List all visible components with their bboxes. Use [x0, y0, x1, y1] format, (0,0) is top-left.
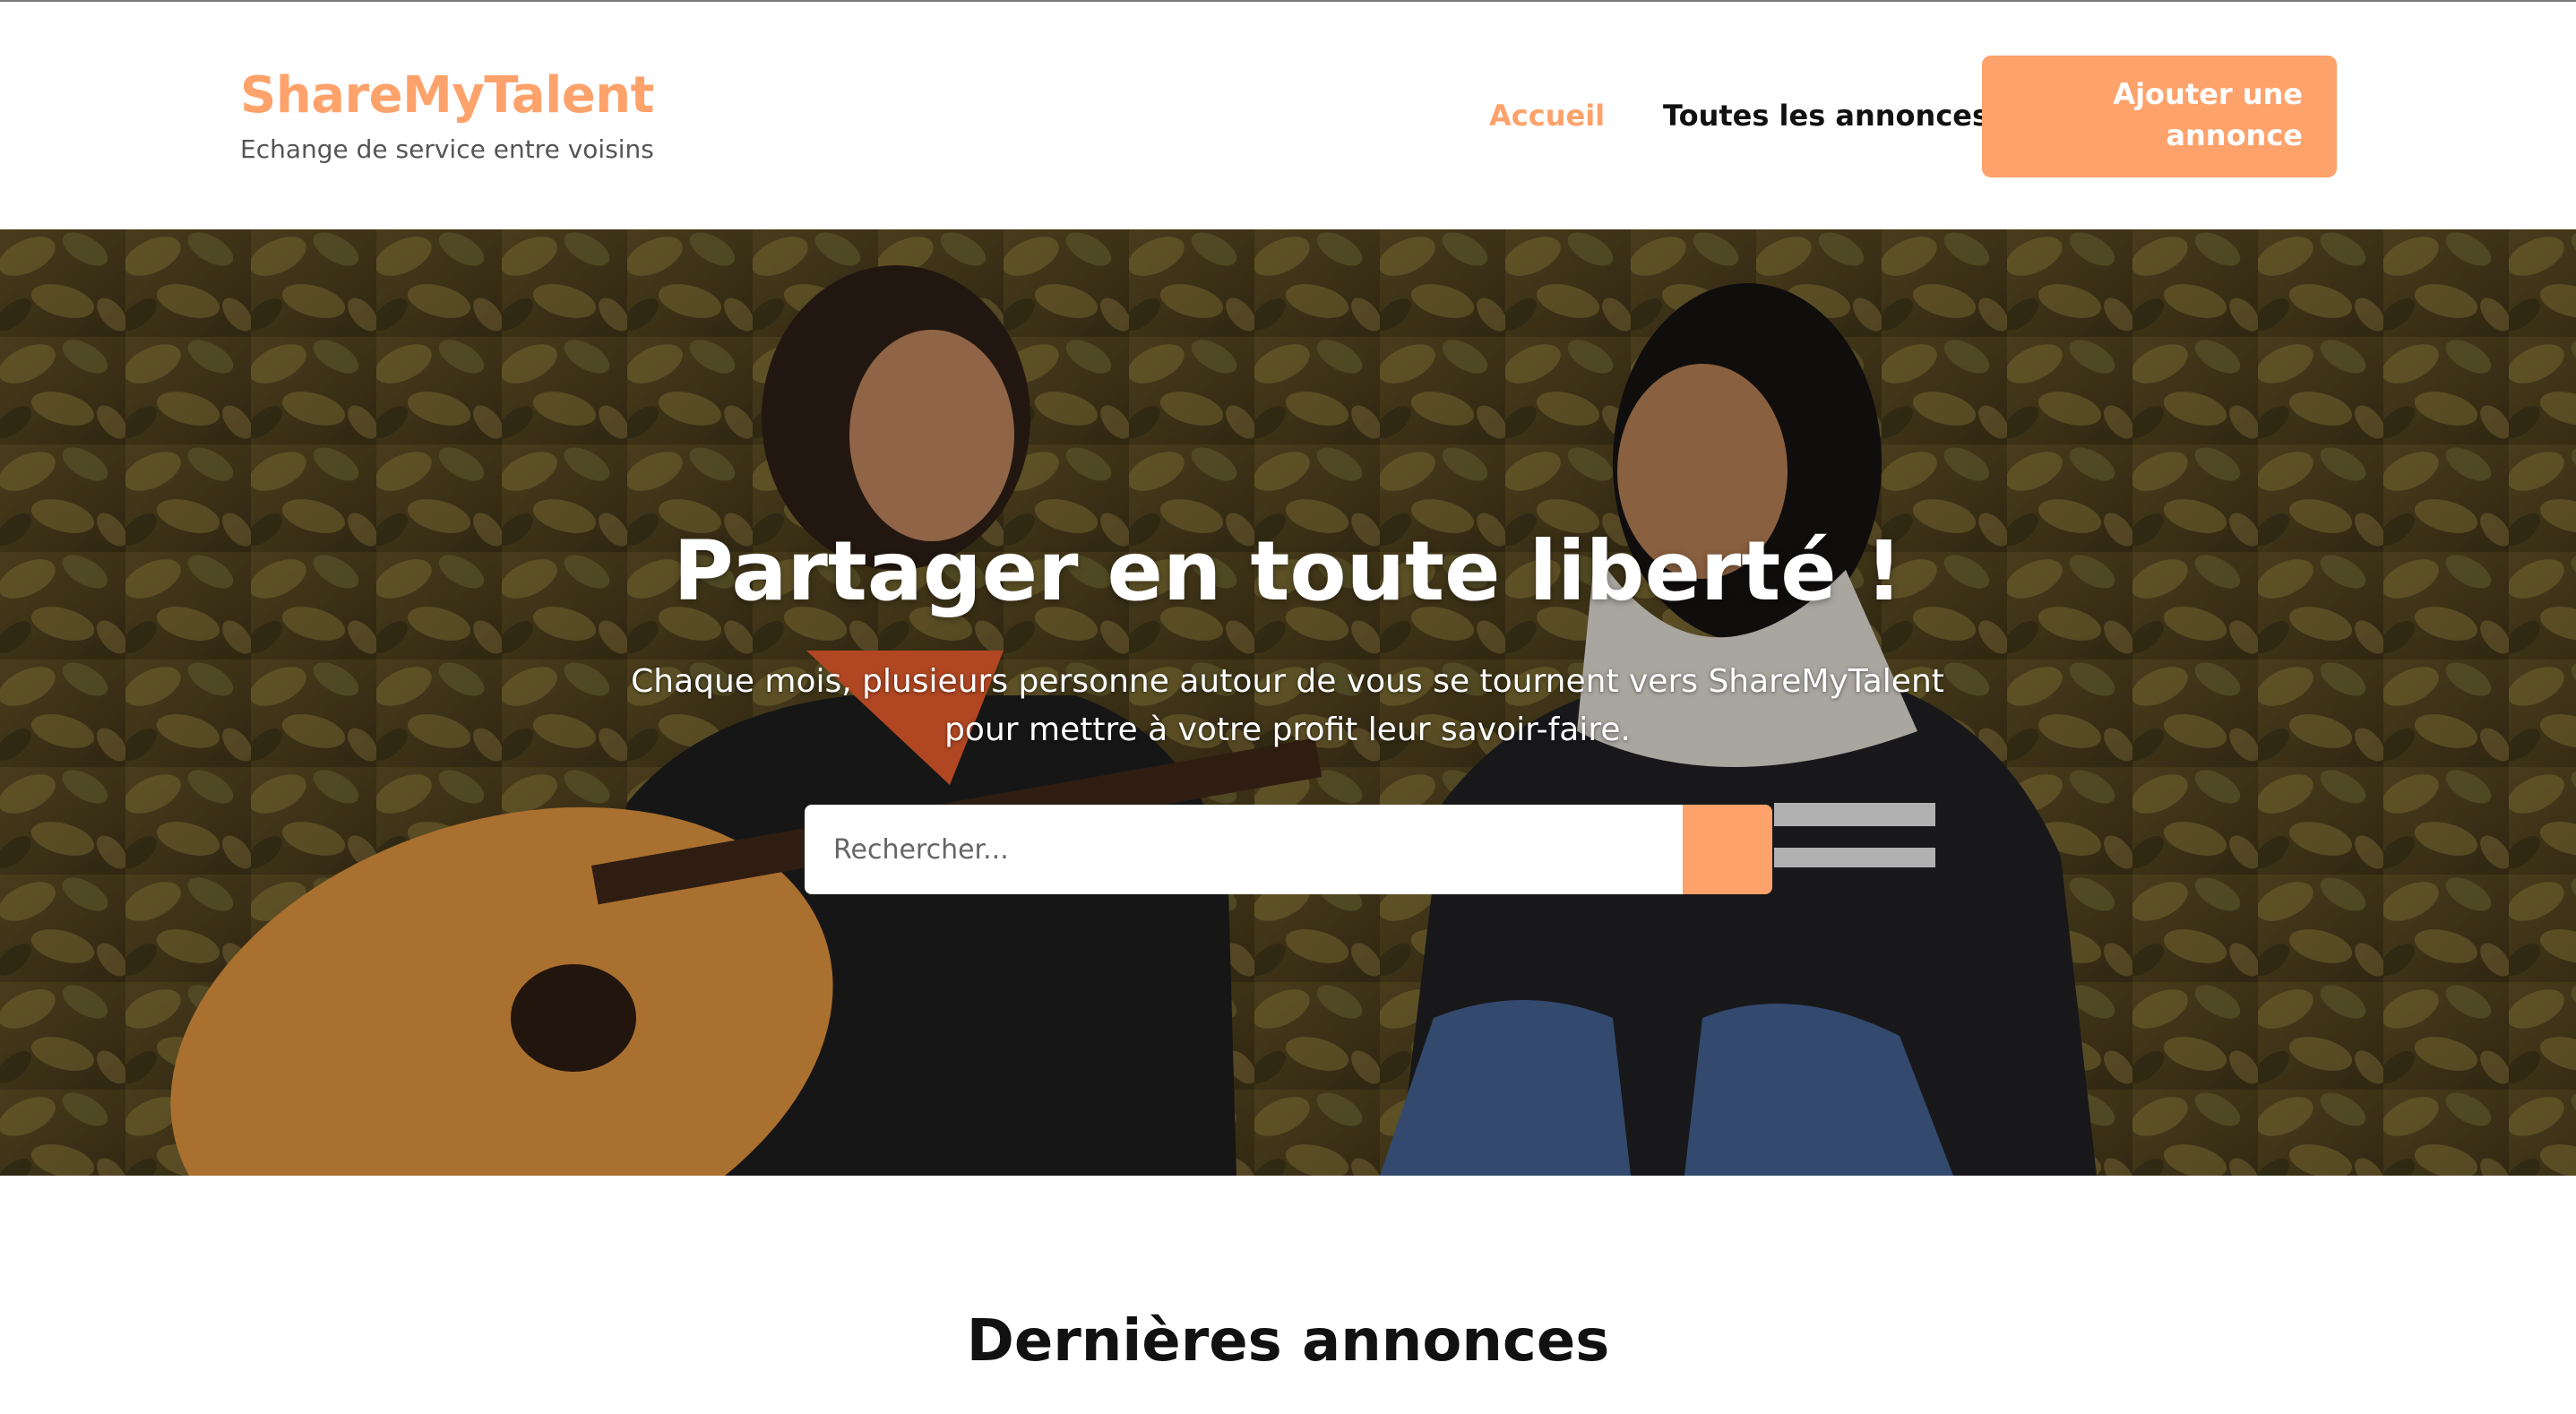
site-header: ShareMyTalent Echange de service entre v…: [0, 2, 2576, 229]
latest-listings-heading: Dernières annonces: [966, 1308, 1610, 1375]
search-bar: [805, 805, 1772, 894]
nav-link-all-listings[interactable]: Toutes les annonces: [1663, 99, 1989, 133]
hero-description: Chaque mois, plusieurs personne autour d…: [631, 663, 1944, 748]
add-listing-label-line1: Ajouter une: [2113, 77, 2303, 111]
search-button[interactable]: [1683, 805, 1772, 894]
brand-logo-text[interactable]: ShareMyTalent: [240, 66, 654, 125]
search-input[interactable]: [805, 805, 1683, 894]
hero-title: Partager en toute liberté !: [673, 523, 1903, 619]
hero-banner: Partager en toute liberté ! Chaque mois,…: [0, 229, 2576, 1176]
add-listing-label-line2: annonce: [2166, 118, 2303, 152]
brand-tagline: Echange de service entre voisins: [240, 134, 654, 164]
add-listing-button[interactable]: Ajouter une annonce: [1982, 56, 2337, 177]
nav-link-home[interactable]: Accueil: [1489, 99, 1605, 133]
